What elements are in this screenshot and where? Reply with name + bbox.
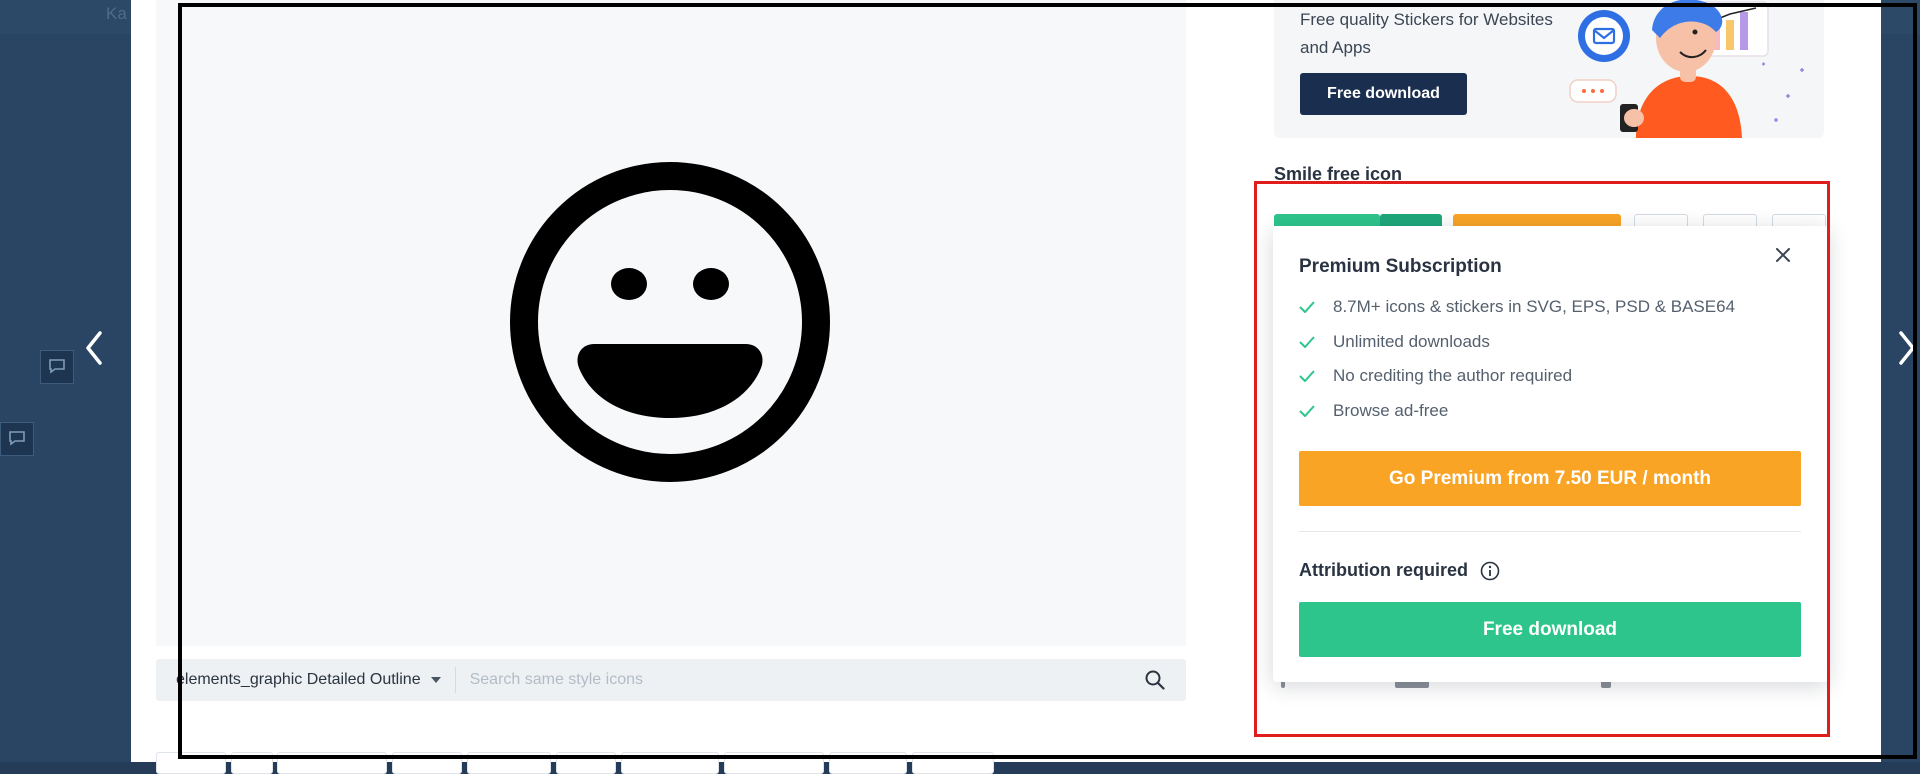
download-svg-dropdown[interactable]: [1380, 214, 1442, 226]
feature-item: Unlimited downloads: [1299, 325, 1735, 360]
style-search-bar: elements_graphic Detailed Outline: [156, 658, 1186, 702]
check-icon: [1299, 334, 1321, 350]
style-dropdown[interactable]: elements_graphic Detailed Outline: [176, 671, 441, 689]
popup-divider: [1299, 531, 1801, 532]
search-input[interactable]: [467, 658, 1134, 702]
related-tag[interactable]: [829, 752, 907, 774]
promo-free-download-button[interactable]: Free download: [1300, 73, 1467, 115]
icon-title: Smile free icon: [1274, 164, 1403, 184]
close-icon: [1776, 248, 1790, 262]
check-icon: [1299, 403, 1321, 419]
search-divider: [454, 667, 456, 693]
related-tag[interactable]: [621, 752, 719, 774]
search-icon: [1145, 670, 1165, 690]
popup-title: Premium Subscription: [1299, 256, 1502, 277]
feature-text: Browse ad-free: [1333, 400, 1449, 420]
next-icon-arrow[interactable]: [1887, 318, 1920, 378]
close-popup-button[interactable]: [1772, 244, 1794, 266]
edit-icon-button[interactable]: [1453, 214, 1621, 226]
premium-subscription-popup: Premium Subscription 8.7M+ icons & stick…: [1273, 226, 1828, 682]
style-dropdown-label: elements_graphic Detailed Outline: [176, 671, 421, 688]
caret-down-icon: [430, 677, 441, 683]
info-icon[interactable]: [1480, 561, 1500, 581]
smile-icon: [510, 162, 830, 482]
feature-item: Browse ad-free: [1299, 394, 1735, 429]
chevron-right-icon: [1899, 331, 1915, 365]
feature-item: 8.7M+ icons & stickers in SVG, EPS, PSD …: [1299, 290, 1735, 325]
feature-text: No crediting the author required: [1333, 366, 1573, 386]
stickers-promo-banner: Free quality Stickers for Websites and A…: [1274, 0, 1824, 138]
promo-text: Free quality Stickers for Websites and A…: [1300, 10, 1553, 57]
icon-preview-area: [156, 0, 1186, 646]
attribution-row: Attribution required: [1299, 560, 1500, 581]
check-icon: [1299, 299, 1321, 315]
check-icon: [1299, 368, 1321, 384]
attribution-label: Attribution required: [1299, 560, 1468, 580]
premium-features-list: 8.7M+ icons & stickers in SVG, EPS, PSD …: [1299, 290, 1735, 428]
search-button[interactable]: [1134, 659, 1176, 701]
related-tag[interactable]: [912, 752, 994, 774]
related-tag[interactable]: [467, 752, 551, 774]
related-tag[interactable]: [231, 752, 273, 774]
related-tag[interactable]: [724, 752, 824, 774]
feature-item: No crediting the author required: [1299, 359, 1735, 394]
backdrop-logo-text: Ka: [106, 4, 127, 23]
feature-text: 8.7M+ icons & stickers in SVG, EPS, PSD …: [1333, 297, 1736, 317]
feature-text: Unlimited downloads: [1333, 331, 1490, 351]
backdrop-chat-icon: [40, 350, 74, 384]
related-tag[interactable]: [556, 752, 616, 774]
related-tag[interactable]: [156, 752, 226, 774]
backdrop-chat-icon: [0, 422, 34, 456]
chevron-left-icon: [86, 331, 102, 365]
related-tag[interactable]: [277, 752, 387, 774]
download-svg-button[interactable]: [1274, 214, 1380, 226]
related-tag[interactable]: [392, 752, 462, 774]
go-premium-button[interactable]: Go Premium from 7.50 EUR / month: [1299, 451, 1801, 506]
free-download-button[interactable]: Free download: [1299, 602, 1801, 657]
promo-illustration: [1569, 0, 1804, 138]
previous-icon-arrow[interactable]: [74, 318, 114, 378]
icon-detail-modal: elements_graphic Detailed Outline Free q…: [131, 0, 1881, 774]
